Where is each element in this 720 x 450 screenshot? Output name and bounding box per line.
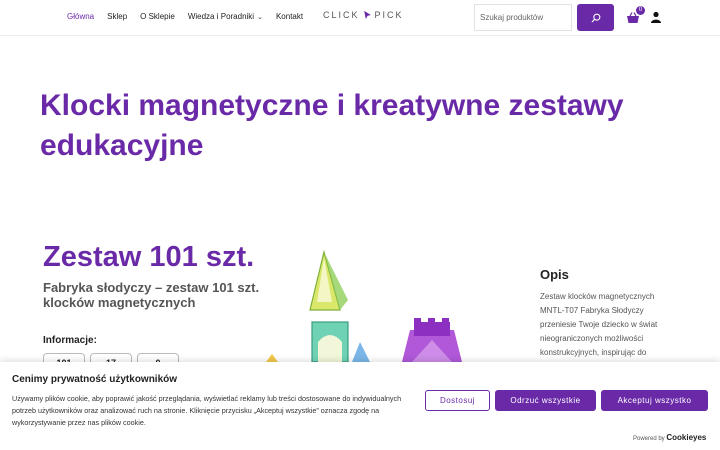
logo-cursor-icon bbox=[363, 10, 371, 20]
nav-item-shop[interactable]: Sklep bbox=[107, 12, 127, 21]
site-logo[interactable]: CLICK PICK bbox=[323, 10, 404, 20]
cart-count-badge: 0 bbox=[636, 6, 645, 15]
accept-all-button[interactable]: Akceptuj wszystko bbox=[601, 390, 708, 411]
nav-item-knowledge-label: Wiedza i Poradniki bbox=[187, 12, 255, 21]
logo-text-left: CLICK bbox=[323, 10, 360, 20]
reject-all-button[interactable]: Odrzuć wszystkie bbox=[495, 390, 596, 411]
logo-text-right: PICK bbox=[374, 10, 404, 20]
chevron-down-icon: ⌄ bbox=[257, 14, 263, 21]
hero-title: Klocki magnetyczne i kreatywne zestawy e… bbox=[40, 89, 624, 162]
user-account-icon[interactable] bbox=[650, 11, 662, 23]
product-title[interactable]: Zestaw 101 szt. bbox=[43, 241, 254, 274]
search-icon bbox=[591, 13, 600, 22]
site-header: Główna Sklep O Sklepie Wiedza i Poradnik… bbox=[0, 0, 720, 36]
description-text: Zestaw klocków magnetycznych MNTL-T07 Fa… bbox=[540, 292, 658, 357]
nav-item-contact[interactable]: Kontakt bbox=[276, 12, 303, 21]
powered-by-label: Powered by bbox=[633, 436, 665, 442]
nav-item-knowledge[interactable]: Wiedza i Poradniki ⌄ bbox=[188, 12, 263, 21]
cookieyes-brand: Cookieyes bbox=[666, 433, 707, 442]
customize-button[interactable]: Dostosuj bbox=[425, 390, 490, 411]
product-subtitle: Fabryka słodyczy – zestaw 101 szt. klock… bbox=[43, 280, 260, 310]
description-title: Opis bbox=[540, 267, 569, 282]
info-label: Informacje: bbox=[43, 335, 97, 346]
nav-item-home[interactable]: Główna bbox=[67, 12, 94, 21]
search-input[interactable] bbox=[474, 4, 572, 31]
cookie-banner: Cenimy prywatność użytkowników Używamy p… bbox=[0, 362, 720, 450]
cookie-text: Używamy plików cookie, aby poprawić jako… bbox=[12, 394, 402, 427]
powered-by[interactable]: Powered by Cookieyes bbox=[633, 433, 706, 442]
product-image[interactable] bbox=[262, 250, 502, 365]
nav-item-about[interactable]: O Sklepie bbox=[140, 12, 175, 21]
search-button[interactable] bbox=[577, 4, 614, 31]
main-nav: Główna Sklep O Sklepie Wiedza i Poradnik… bbox=[67, 12, 316, 21]
cookie-title: Cenimy prywatność użytkowników bbox=[12, 374, 178, 385]
